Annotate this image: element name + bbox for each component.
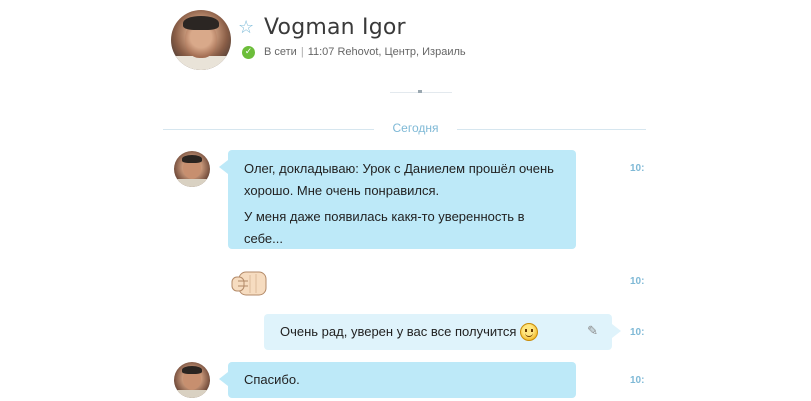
message-text: Очень рад, уверен у вас все получится bbox=[280, 324, 517, 339]
status-text: В сети bbox=[264, 46, 297, 58]
message-bubble[interactable]: Спасибо. bbox=[219, 362, 576, 398]
pencil-icon[interactable]: ✎ bbox=[587, 324, 598, 337]
fist-icon[interactable] bbox=[230, 268, 268, 298]
divider-line-left bbox=[163, 129, 374, 130]
message-avatar[interactable] bbox=[174, 151, 210, 187]
divider-line-right bbox=[457, 129, 646, 130]
status-line: В сети | 11:07 Rehovot, Центр, Израиль bbox=[264, 46, 466, 58]
star-icon[interactable]: ☆ bbox=[238, 19, 254, 37]
message-time: 10: bbox=[630, 276, 645, 287]
smile-icon bbox=[520, 323, 539, 341]
load-more-handle[interactable] bbox=[390, 90, 452, 95]
message-text: Олег, докладываю: Урок с Даниелем прошёл… bbox=[244, 161, 554, 198]
status-separator: | bbox=[300, 46, 304, 58]
message-avatar[interactable] bbox=[174, 362, 210, 398]
contact-name[interactable]: Vogman Igor bbox=[264, 15, 406, 40]
message-time: 10: bbox=[630, 163, 645, 174]
online-check-icon: ✓ bbox=[242, 46, 255, 59]
chat-window: ☆ Vogman Igor ✓ В сети | 11:07 Rehovot, Це… bbox=[0, 0, 811, 401]
message-text: Спасибо. bbox=[244, 372, 300, 387]
date-divider-label: Сегодня bbox=[392, 121, 439, 135]
message-time: 10: bbox=[630, 327, 645, 338]
local-time-location: 11:07 Rehovot, Центр, Израиль bbox=[307, 46, 466, 58]
contact-avatar[interactable] bbox=[171, 10, 231, 70]
message-bubble[interactable]: Олег, докладываю: Урок с Даниелем прошёл… bbox=[219, 150, 576, 249]
message-bubble[interactable]: Очень рад, уверен у вас все получится ✎ bbox=[264, 314, 621, 350]
message-time: 10: bbox=[630, 375, 645, 386]
message-text: У меня даже появилась какя-то уверенност… bbox=[244, 209, 525, 246]
